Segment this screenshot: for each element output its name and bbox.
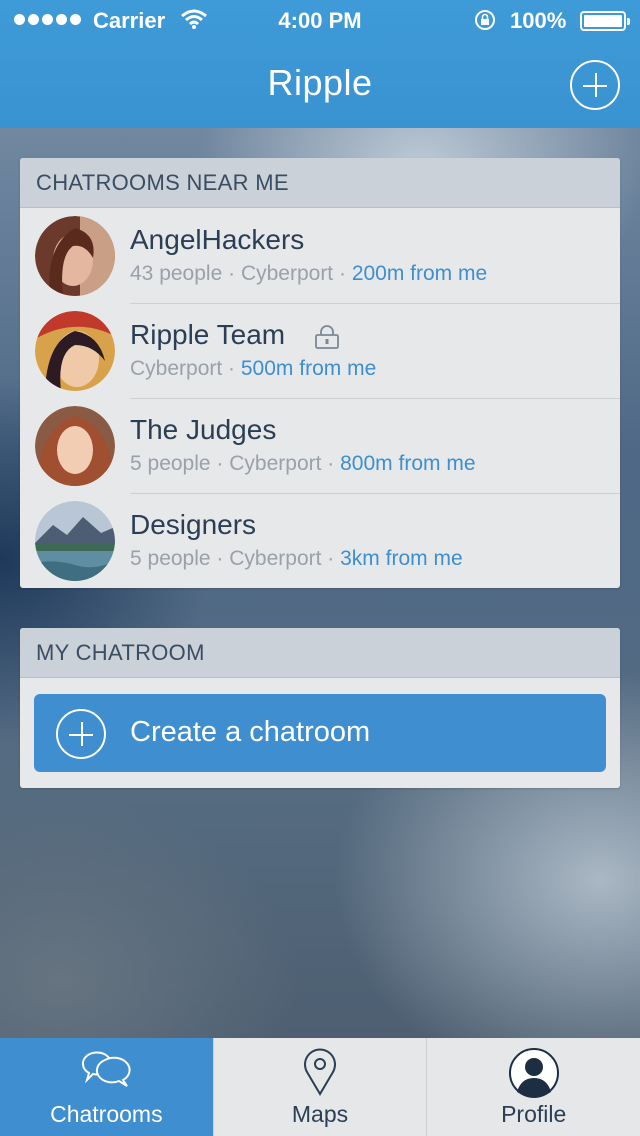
nearby-chatrooms-card: CHATROOMS NEAR ME AngelHackers 43 people… <box>20 158 620 588</box>
create-chatroom-label: Create a chatroom <box>130 716 371 748</box>
chatroom-name: AngelHackers <box>130 224 305 255</box>
location: Cyberport <box>229 547 322 570</box>
add-chatroom-button[interactable] <box>570 60 620 110</box>
plus-circle-icon <box>56 709 106 759</box>
person-icon <box>508 1048 559 1098</box>
distance: 3km from me <box>340 547 463 570</box>
tab-label: Chatrooms <box>50 1101 163 1127</box>
status-bar: Carrier 4:00 PM 100% <box>0 0 640 40</box>
tab-profile[interactable]: Profile <box>426 1038 640 1136</box>
lock-icon <box>315 325 339 349</box>
avatar <box>35 406 115 486</box>
chatroom-row[interactable]: AngelHackers 43 people · Cyberport · 200… <box>20 208 620 303</box>
avatar <box>35 501 115 581</box>
my-chatroom-card: MY CHATROOM Create a chatroom <box>20 628 620 788</box>
distance: 200m from me <box>351 262 488 285</box>
chatroom-name: Designers <box>130 509 257 540</box>
distance: 800m from me <box>340 452 476 475</box>
chatroom-name: The Judges <box>130 414 277 445</box>
map-pin-icon <box>304 1048 336 1096</box>
rotation-lock-icon <box>475 10 495 30</box>
chatroom-meta: Cyberport · 500m from me <box>130 357 377 380</box>
tab-chatrooms[interactable]: Chatrooms <box>0 1038 213 1136</box>
chat-bubbles-icon <box>82 1051 131 1087</box>
chatroom-row[interactable]: The Judges 5 people · Cyberport · 800m f… <box>20 398 620 493</box>
chatroom-name: Ripple Team <box>130 319 286 350</box>
battery-percent: 100% <box>510 8 567 33</box>
tab-label: Profile <box>501 1101 567 1127</box>
avatar <box>35 311 115 391</box>
distance: 500m from me <box>240 357 377 380</box>
section-header: CHATROOMS NEAR ME <box>20 158 620 208</box>
tab-maps[interactable]: Maps <box>212 1038 427 1136</box>
avatar <box>35 216 115 296</box>
tab-label: Maps <box>291 1101 349 1127</box>
people-count: 5 people <box>130 547 211 570</box>
chatroom-row[interactable]: Ripple Team Cyberport · 500m from me <box>20 303 620 398</box>
page-title: Ripple <box>267 62 373 103</box>
battery-icon <box>580 11 630 31</box>
section-header: MY CHATROOM <box>20 628 620 678</box>
tab-bar: Chatrooms Maps Profile <box>0 1038 640 1136</box>
chatroom-meta: 43 people · Cyberport · 200m from me <box>130 262 488 285</box>
chatroom-meta: 5 people · Cyberport · 3km from me <box>130 547 463 570</box>
people-count: 43 people <box>130 262 223 285</box>
chatroom-row[interactable]: Designers 5 people · Cyberport · 3km fro… <box>20 493 620 588</box>
location: Cyberport <box>229 452 322 475</box>
location: Cyberport <box>130 357 223 380</box>
create-chatroom-button[interactable]: Create a chatroom <box>34 694 606 772</box>
location: Cyberport <box>240 262 334 285</box>
chatroom-meta: 5 people · Cyberport · 800m from me <box>130 452 476 475</box>
people-count: 5 people <box>130 452 211 475</box>
top-bar: Carrier 4:00 PM 100% Ripple <box>0 0 640 128</box>
